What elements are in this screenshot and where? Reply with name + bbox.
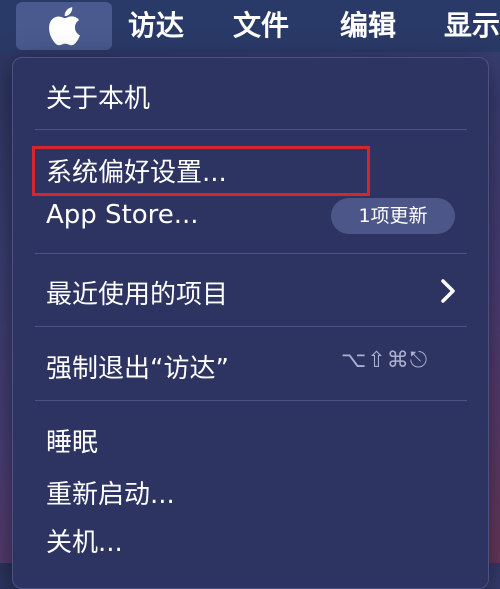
menubar-item-edit[interactable]: 编辑 (340, 0, 396, 52)
menu-item-app-store[interactable]: App Store... (46, 200, 199, 230)
menu-separator (35, 326, 467, 327)
apple-dropdown-menu: 关于本机 系统偏好设置... App Store... 1项更新 最近使用的项目… (12, 57, 489, 589)
keyboard-shortcut: ⌥⇧⌘⎋ (341, 348, 429, 373)
menubar-item-view[interactable]: 显示 (444, 0, 500, 52)
apple-menu-button[interactable] (16, 2, 112, 50)
menu-separator (35, 129, 467, 130)
update-count-badge: 1项更新 (331, 198, 455, 234)
menu-item-about[interactable]: 关于本机 (46, 78, 150, 115)
menubar-item-finder[interactable]: 访达 (128, 0, 184, 52)
menu-item-sleep[interactable]: 睡眠 (46, 422, 98, 459)
menubar-item-file[interactable]: 文件 (233, 0, 289, 52)
menu-item-recent-items[interactable]: 最近使用的项目 (46, 274, 228, 311)
menu-item-force-quit[interactable]: 强制退出“访达” (46, 348, 229, 385)
menu-bar: 访达 文件 编辑 显示 (0, 0, 500, 52)
menu-item-system-preferences[interactable]: 系统偏好设置... (46, 152, 227, 189)
menu-item-shutdown[interactable]: 关机... (46, 522, 123, 559)
menu-item-restart[interactable]: 重新启动... (46, 474, 175, 511)
chevron-right-icon (441, 279, 455, 303)
apple-logo-icon (49, 7, 80, 46)
menu-separator (35, 253, 467, 254)
menu-separator (35, 400, 467, 401)
